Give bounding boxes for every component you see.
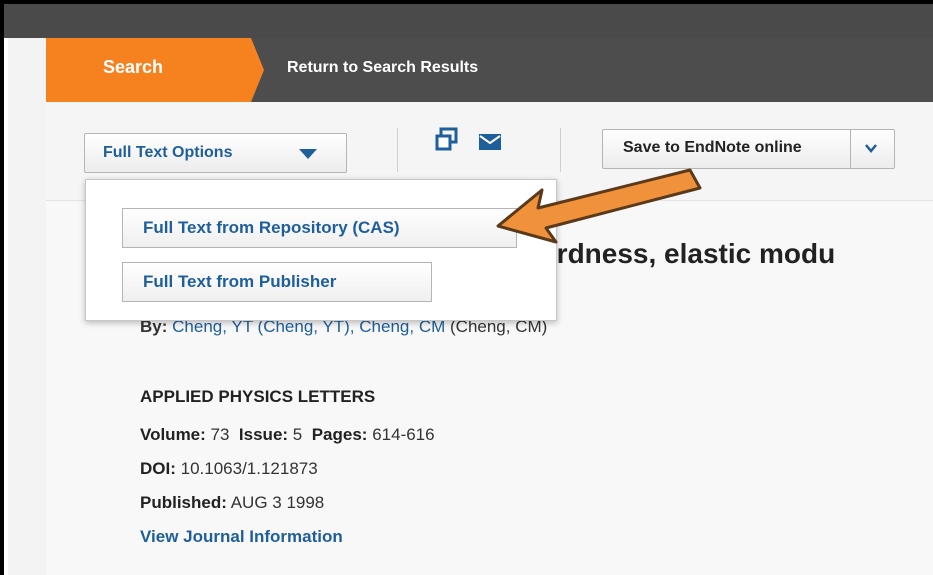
issue-label: Issue: <box>238 425 289 444</box>
volume-value: 73 <box>210 425 230 444</box>
menu-item-label: Full Text from Publisher <box>143 272 337 291</box>
volume-label: Volume: <box>140 425 206 444</box>
doi-line: DOI: 10.1063/1.121873 <box>140 459 318 479</box>
issue-value: 5 <box>292 425 303 444</box>
volume-issue-pages: Volume: 73 Issue: 5 Pages: 614-616 <box>140 425 435 445</box>
published-line: Published: AUG 3 1998 <box>140 493 324 513</box>
doi-label: DOI: <box>140 459 176 478</box>
view-journal-information-link[interactable]: View Journal Information <box>140 527 343 547</box>
full-text-repository-option[interactable]: Full Text from Repository (CAS) <box>122 208 517 248</box>
search-tab[interactable]: Search <box>46 38 264 102</box>
top-header-bar <box>4 4 933 38</box>
menu-item-label: Full Text from Repository (CAS) <box>143 218 400 237</box>
full-text-publisher-option[interactable]: Full Text from Publisher <box>122 262 432 302</box>
search-tab-label: Search <box>103 57 164 77</box>
pages-value: 614-616 <box>372 425 435 444</box>
published-value: AUG 3 1998 <box>230 493 325 512</box>
pages-label: Pages: <box>311 425 368 444</box>
navigation-bar: Search Return to Search Results <box>46 38 933 102</box>
screenshot-frame: Search Return to Search Results Full Tex… <box>0 0 933 575</box>
return-to-search-results-link[interactable]: Return to Search Results <box>287 59 478 77</box>
doi-value: 10.1063/1.121873 <box>180 459 318 478</box>
left-gutter <box>8 38 46 575</box>
annotation-arrow-icon <box>496 168 702 244</box>
published-label: Published: <box>140 493 227 512</box>
journal-name: APPLIED PHYSICS LETTERS <box>140 387 376 406</box>
